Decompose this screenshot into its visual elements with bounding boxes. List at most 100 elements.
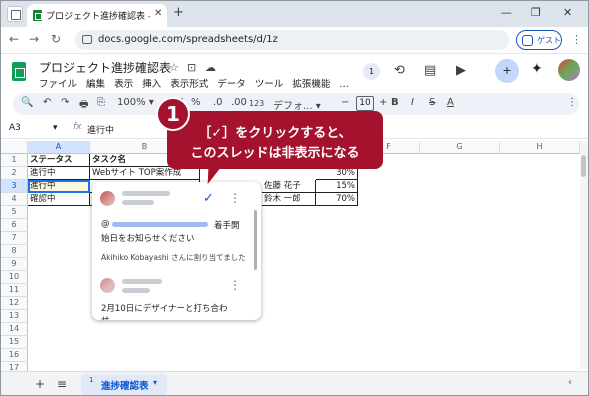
all-sheets-button[interactable]: ≡ bbox=[57, 377, 67, 391]
gemini-icon[interactable]: ✦ bbox=[531, 61, 543, 77]
zoom-select[interactable]: 100% ▾ bbox=[117, 97, 154, 108]
guest-label: ゲスト bbox=[537, 36, 561, 45]
menu-edit[interactable]: 編集 bbox=[86, 79, 105, 90]
redo-icon[interactable]: ↷ bbox=[61, 97, 69, 108]
back-button[interactable]: ← bbox=[9, 32, 19, 46]
new-tab-button[interactable]: + bbox=[173, 5, 184, 20]
row-header[interactable]: 1 bbox=[1, 154, 28, 167]
row-header[interactable]: 14 bbox=[1, 323, 28, 336]
text-color-button[interactable]: A bbox=[447, 97, 454, 108]
tab-close-icon[interactable]: ✕ bbox=[154, 8, 162, 19]
row-header[interactable]: 8 bbox=[1, 245, 28, 258]
maximize-button[interactable]: ❐ bbox=[531, 6, 541, 19]
minimize-button[interactable]: — bbox=[501, 6, 512, 19]
column-header[interactable]: A bbox=[28, 141, 90, 154]
font-select[interactable]: デフォ... ▾ bbox=[273, 97, 321, 112]
star-icon[interactable]: ☆ bbox=[169, 61, 179, 74]
cell-d4[interactable]: 鈴木 一郎 bbox=[262, 193, 316, 206]
row-header[interactable]: 13 bbox=[1, 310, 28, 323]
increase-decimal-button[interactable]: .00 bbox=[231, 97, 247, 108]
row-header[interactable]: 15 bbox=[1, 336, 28, 349]
comment-count-badge[interactable]: 1 bbox=[363, 63, 380, 80]
cell-e3[interactable]: 15% bbox=[316, 180, 358, 193]
more-tools-icon[interactable]: ⋮ bbox=[567, 97, 577, 108]
menu-format[interactable]: 表示形式 bbox=[170, 79, 208, 90]
browser-tab[interactable]: プロジェクト進捗確認表 - Google ✕ bbox=[27, 4, 167, 27]
menu-insert[interactable]: 挿入 bbox=[142, 79, 161, 90]
column-header[interactable]: G bbox=[420, 141, 500, 154]
comment-scrollbar[interactable] bbox=[254, 210, 257, 270]
menu-more[interactable]: … bbox=[339, 79, 349, 90]
undo-icon[interactable]: ↶ bbox=[43, 97, 51, 108]
cell-d3[interactable]: 佐藤 花子 bbox=[262, 180, 316, 193]
search-menus-icon[interactable]: 🔍 bbox=[21, 97, 33, 108]
italic-button[interactable]: I bbox=[411, 97, 414, 108]
sheets-logo[interactable] bbox=[12, 62, 26, 81]
move-icon[interactable]: ⊡ bbox=[187, 61, 196, 74]
row-header[interactable]: 5 bbox=[1, 206, 28, 219]
number-format-button[interactable]: 123 bbox=[249, 99, 264, 108]
menu-extensions[interactable]: 拡張機能 bbox=[292, 79, 330, 90]
add-sheet-button[interactable]: + bbox=[35, 377, 45, 391]
forward-button[interactable]: → bbox=[29, 32, 39, 46]
row-header[interactable]: 7 bbox=[1, 232, 28, 245]
menu-file[interactable]: ファイル bbox=[39, 79, 77, 90]
name-box[interactable]: A3 bbox=[9, 123, 21, 133]
column-header[interactable]: H bbox=[500, 141, 580, 154]
cloud-status-icon[interactable]: ☁ bbox=[205, 61, 216, 74]
row-header[interactable]: 3 bbox=[1, 180, 28, 193]
browser-menu-icon[interactable]: ⋮ bbox=[571, 33, 582, 46]
paint-format-icon[interactable]: ⎘ bbox=[97, 97, 105, 108]
document-title[interactable]: プロジェクト進捗確認表 bbox=[39, 59, 171, 76]
share-button[interactable]: + bbox=[495, 59, 519, 83]
row-header[interactable]: 2 bbox=[1, 167, 28, 180]
select-all-corner[interactable] bbox=[1, 141, 28, 154]
row-header[interactable]: 4 bbox=[1, 193, 28, 206]
url-input[interactable]: docs.google.com/spreadsheets/d/1z bbox=[75, 30, 509, 50]
avatar[interactable] bbox=[558, 59, 580, 81]
menu-tools[interactable]: ツール bbox=[255, 79, 284, 90]
row-header[interactable]: 16 bbox=[1, 349, 28, 362]
meet-icon[interactable]: ▶ bbox=[456, 63, 466, 78]
decrease-font-size-button[interactable]: − bbox=[341, 97, 349, 108]
menu-view[interactable]: 表示 bbox=[114, 79, 133, 90]
resolve-check-icon[interactable]: ✓ bbox=[203, 191, 214, 206]
menu-data[interactable]: データ bbox=[217, 79, 246, 90]
comment-more-icon[interactable]: ⋮ bbox=[229, 191, 241, 205]
formula-input[interactable]: 進行中 bbox=[87, 123, 114, 136]
print-icon[interactable]: 🖶 bbox=[79, 97, 88, 114]
row-header[interactable]: 11 bbox=[1, 284, 28, 297]
bold-button[interactable]: B bbox=[391, 97, 399, 108]
redacted-timestamp bbox=[122, 200, 154, 205]
cell-a2[interactable]: 進行中 bbox=[28, 167, 90, 180]
cell-e4[interactable]: 70% bbox=[316, 193, 358, 206]
sheet-tab[interactable]: 1 進捗確認表 ▾ bbox=[81, 374, 167, 395]
decrease-decimal-button[interactable]: .0 bbox=[213, 97, 223, 108]
close-window-button[interactable]: ✕ bbox=[563, 6, 572, 19]
scroll-tabs-icon[interactable]: ‹ bbox=[568, 377, 572, 388]
chevron-down-icon[interactable]: ▾ bbox=[53, 123, 58, 133]
reload-button[interactable]: ↻ bbox=[51, 32, 61, 46]
history-icon[interactable]: ⟲ bbox=[394, 63, 405, 78]
tab-list-icon[interactable] bbox=[7, 6, 23, 22]
percent-icon[interactable]: % bbox=[191, 97, 201, 108]
row-header[interactable]: 12 bbox=[1, 297, 28, 310]
guest-profile-button[interactable]: ゲスト bbox=[516, 30, 562, 50]
row-header[interactable]: 10 bbox=[1, 271, 28, 284]
increase-font-size-button[interactable]: + bbox=[379, 97, 387, 108]
cell-a3[interactable]: 進行中 bbox=[28, 180, 90, 193]
cell-a4[interactable]: 確認中 bbox=[28, 193, 90, 206]
row-header[interactable]: 9 bbox=[1, 258, 28, 271]
scrollbar-thumb[interactable] bbox=[581, 155, 586, 177]
font-size-input[interactable]: 10 bbox=[356, 96, 374, 111]
row-header[interactable]: 6 bbox=[1, 219, 28, 232]
vertical-scrollbar[interactable] bbox=[580, 141, 588, 369]
sheet-tabs-bar: + ≡ 1 進捗確認表 ▾ ‹ bbox=[1, 371, 588, 395]
chevron-down-icon[interactable]: ▾ bbox=[153, 378, 157, 387]
header-cell-status[interactable]: ステータス bbox=[28, 154, 90, 167]
site-info-icon[interactable] bbox=[82, 35, 92, 44]
comments-icon[interactable]: ▤ bbox=[424, 63, 436, 78]
strikethrough-button[interactable]: S bbox=[429, 97, 435, 108]
reply-more-icon[interactable]: ⋮ bbox=[229, 278, 241, 292]
person-icon bbox=[522, 35, 533, 46]
